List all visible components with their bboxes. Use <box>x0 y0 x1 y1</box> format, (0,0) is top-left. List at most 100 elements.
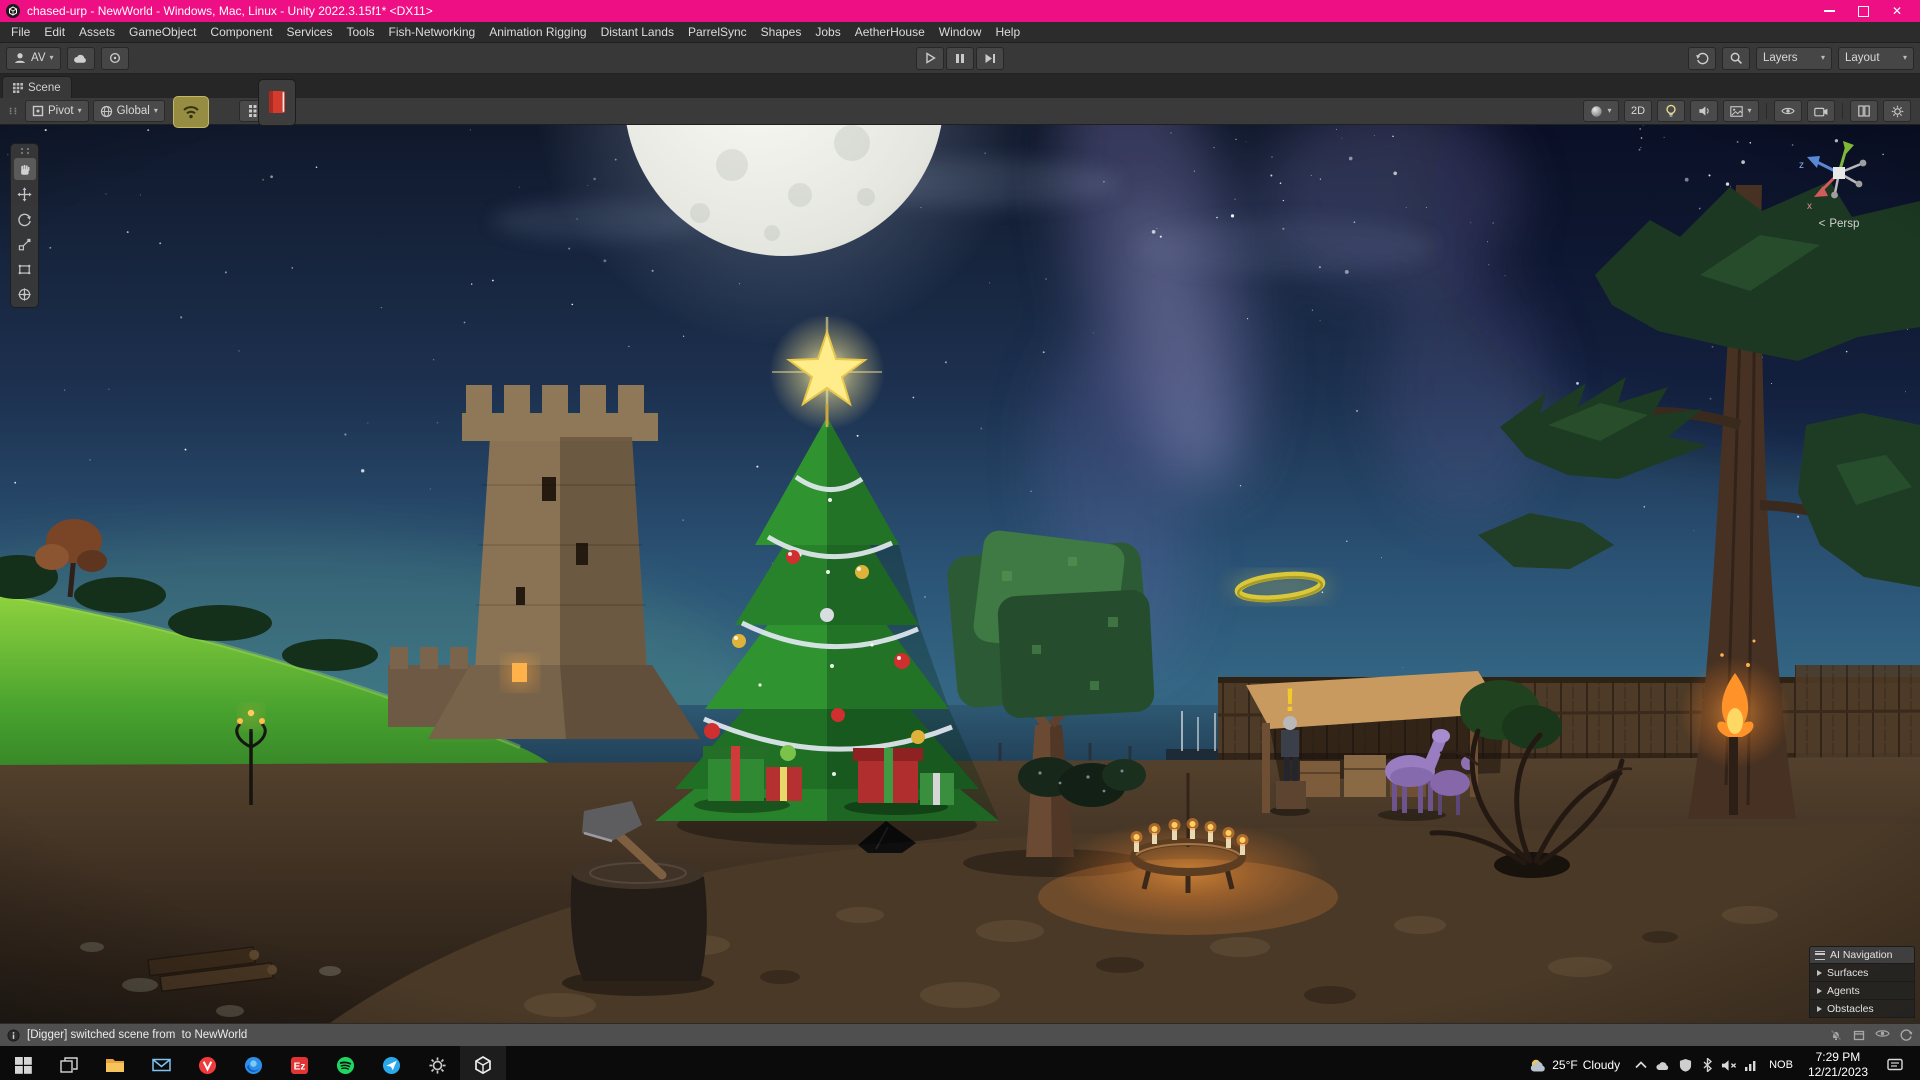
ai-nav-agents-label: Agents <box>1827 985 1860 997</box>
tray-network[interactable] <box>1740 1046 1762 1080</box>
cloud-icon <box>73 52 88 64</box>
overlay-network-hud-button[interactable] <box>173 96 209 128</box>
menu-shapes[interactable]: Shapes <box>754 24 809 40</box>
browser-red-button[interactable] <box>184 1046 230 1080</box>
menu-file[interactable]: File <box>4 24 37 40</box>
step-button[interactable] <box>976 47 1004 70</box>
menu-window[interactable]: Window <box>932 24 989 40</box>
gear-app-button[interactable] <box>414 1046 460 1080</box>
minimize-button[interactable] <box>1812 0 1846 22</box>
foldout-triangle-icon <box>1817 970 1822 976</box>
move-tool[interactable] <box>14 183 36 205</box>
unity-editor-button[interactable] <box>460 1046 506 1080</box>
view-hand-tool[interactable] <box>14 158 36 180</box>
play-button[interactable] <box>916 47 944 70</box>
draw-mode-dropdown[interactable]: ▾ <box>1583 100 1619 122</box>
menu-help[interactable]: Help <box>988 24 1027 40</box>
edge-browser-button[interactable] <box>230 1046 276 1080</box>
layers-dropdown[interactable]: Layers ▾ <box>1756 47 1832 70</box>
tray-volume[interactable] <box>1718 1046 1740 1080</box>
gear-app-icon <box>428 1056 447 1075</box>
effects-image-icon <box>1730 106 1743 117</box>
menu-aetherhouse[interactable]: AetherHouse <box>848 24 932 40</box>
ai-nav-obstacles-foldout[interactable]: Obstacles <box>1809 1000 1915 1018</box>
start-button[interactable] <box>0 1046 46 1080</box>
scene-lighting-toggle[interactable] <box>1657 100 1685 122</box>
2d-toggle-button[interactable]: 2D <box>1624 100 1652 122</box>
step-icon <box>984 53 996 64</box>
orientation-gizmo[interactable]: z x < Persp <box>1784 133 1894 230</box>
split-view-button[interactable] <box>1850 100 1878 122</box>
ez-app-button[interactable]: Ez <box>276 1046 322 1080</box>
notifications-muted-icon[interactable] <box>1829 1028 1843 1042</box>
projection-toggle[interactable]: < Persp <box>1784 218 1894 230</box>
console-status-message[interactable]: [Digger] switched scene from to NewWorld <box>27 1029 247 1041</box>
menu-parrelsync[interactable]: ParrelSync <box>681 24 754 40</box>
overlay-documentation-button[interactable] <box>258 79 296 126</box>
menu-distant-lands[interactable]: Distant Lands <box>594 24 681 40</box>
file-explorer-button[interactable] <box>92 1046 138 1080</box>
transform-tool[interactable] <box>14 283 36 305</box>
weather-temp: 25°F <box>1552 1058 1577 1072</box>
close-button[interactable]: ✕ <box>1880 0 1914 22</box>
scene-audio-toggle[interactable] <box>1690 100 1718 122</box>
menu-services[interactable]: Services <box>279 24 339 40</box>
scene-effects-dropdown[interactable]: ▾ <box>1723 100 1759 122</box>
tray-bluetooth[interactable] <box>1696 1046 1718 1080</box>
ai-nav-agents-foldout[interactable]: Agents <box>1809 982 1915 1000</box>
rect-tool[interactable] <box>14 258 36 280</box>
ai-nav-surfaces-foldout[interactable]: Surfaces <box>1809 964 1915 982</box>
move-icon <box>17 187 32 202</box>
tray-expand-button[interactable] <box>1630 1046 1652 1080</box>
menu-edit[interactable]: Edit <box>37 24 72 40</box>
scene-viewport[interactable]: ! <box>0 125 1920 1023</box>
taskbar-clock[interactable]: 7:29 PM 12/21/2023 <box>1800 1050 1876 1080</box>
globe-icon <box>100 105 113 118</box>
search-button[interactable] <box>1722 47 1750 70</box>
ai-navigation-header[interactable]: AI Navigation <box>1809 946 1915 964</box>
scene-view-options-button[interactable] <box>1883 100 1911 122</box>
collab-history-button[interactable] <box>101 47 129 70</box>
spotify-button[interactable] <box>322 1046 368 1080</box>
scene-3d-render: ! <box>0 125 1920 1023</box>
scale-tool[interactable] <box>14 233 36 255</box>
tab-scene[interactable]: Scene <box>2 76 72 98</box>
sync-progress-icon[interactable] <box>1899 1028 1913 1042</box>
weather-cloudy-icon <box>1529 1057 1547 1073</box>
cloud-services-button[interactable] <box>67 47 95 70</box>
menu-fish-networking[interactable]: Fish-Networking <box>381 24 482 40</box>
pause-button[interactable] <box>946 47 974 70</box>
pivot-mode-dropdown[interactable]: Pivot ▾ <box>25 100 89 122</box>
action-center-button[interactable] <box>1876 1058 1914 1072</box>
tray-onedrive[interactable] <box>1652 1046 1674 1080</box>
toolbar-handle-icon[interactable] <box>5 107 21 115</box>
toolbar-separator <box>1766 103 1767 119</box>
menu-jobs[interactable]: Jobs <box>808 24 847 40</box>
menu-gameobject[interactable]: GameObject <box>122 24 203 40</box>
gear-icon <box>1891 105 1904 118</box>
tray-security[interactable] <box>1674 1046 1696 1080</box>
undo-history-button[interactable] <box>1688 47 1716 70</box>
maximize-button[interactable] <box>1846 0 1880 22</box>
rotate-tool[interactable] <box>14 208 36 230</box>
mail-button[interactable] <box>138 1046 184 1080</box>
account-dropdown[interactable]: AV ▾ <box>6 47 61 70</box>
menu-assets[interactable]: Assets <box>72 24 122 40</box>
ai-nav-obstacles-label: Obstacles <box>1827 1003 1874 1015</box>
menu-animation-rigging[interactable]: Animation Rigging <box>482 24 593 40</box>
hidden-objects-toggle[interactable] <box>1774 100 1802 122</box>
blue-messenger-button[interactable] <box>368 1046 414 1080</box>
global-label: Global <box>117 105 150 117</box>
handle-rotation-dropdown[interactable]: Global ▾ <box>93 100 165 122</box>
scene-camera-settings-button[interactable] <box>1807 100 1835 122</box>
package-icon[interactable] <box>1852 1028 1866 1042</box>
layout-dropdown[interactable]: Layout ▾ <box>1838 47 1914 70</box>
foldout-triangle-icon <box>1817 1006 1822 1012</box>
visibility-icon[interactable] <box>1875 1028 1890 1039</box>
menu-tools[interactable]: Tools <box>339 24 381 40</box>
taskbar-weather[interactable]: 25°F Cloudy <box>1519 1057 1630 1073</box>
keyboard-language-indicator[interactable]: NOB <box>1762 1059 1800 1071</box>
overlay-drag-handle[interactable] <box>17 147 33 155</box>
task-view-button[interactable] <box>46 1046 92 1080</box>
menu-component[interactable]: Component <box>203 24 279 40</box>
